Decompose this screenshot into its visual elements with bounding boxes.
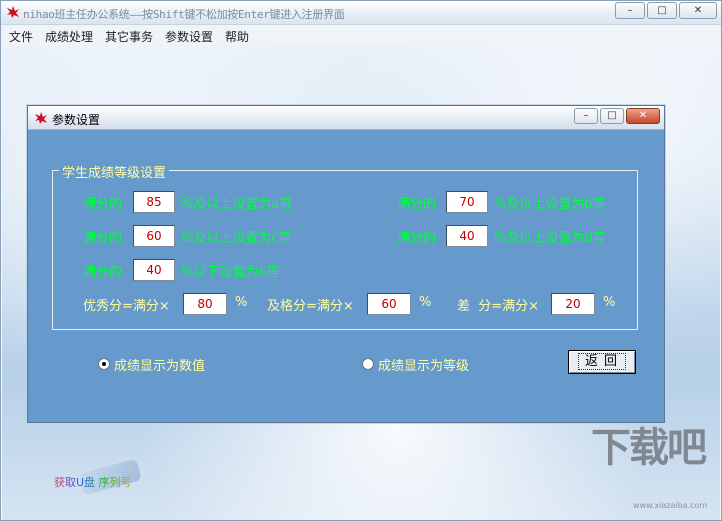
- grade-e-prefix: 满分的: [83, 265, 123, 280]
- poor-score-input[interactable]: 20: [551, 293, 595, 315]
- window-controls: – □ ✕: [615, 2, 717, 19]
- menu-file[interactable]: 文件: [9, 28, 33, 45]
- grade-d-prefix: 满分的: [397, 231, 437, 246]
- grade-c-prefix: 满分的: [83, 231, 123, 246]
- dialog-minimize-button[interactable]: –: [574, 108, 598, 124]
- title-bar[interactable]: nihao班主任办公系统——按Shift键不松加按Enter键进入注册界面 – …: [1, 1, 721, 25]
- pass-score-unit: %: [419, 295, 432, 310]
- grade-b-prefix: 满分的: [397, 197, 437, 212]
- grade-a-input[interactable]: 85: [133, 191, 175, 213]
- grade-c-suffix: %及以上设置为c等: [181, 231, 292, 246]
- grade-d-suffix: %及以上设置为d等: [494, 231, 606, 246]
- dialog-close-button[interactable]: ✕: [626, 108, 660, 124]
- display-grade-label[interactable]: 成绩显示为等级: [378, 355, 469, 374]
- grade-b-suffix: %及以上设置为b等: [494, 197, 606, 212]
- excellent-score-label: 优秀分=满分×: [83, 299, 170, 314]
- dialog-window-controls: – □ ✕: [574, 108, 660, 124]
- pass-score-input[interactable]: 60: [367, 293, 411, 315]
- watermark-url: www.xiazaiba.com: [633, 501, 708, 510]
- window-title: nihao班主任办公系统——按Shift键不松加按Enter键进入注册界面: [23, 8, 345, 21]
- menu-grades[interactable]: 成绩处理: [45, 28, 93, 45]
- grade-e-suffix: %以下设置为e等: [181, 265, 280, 280]
- poor-score-unit: %: [603, 295, 616, 310]
- menu-bar: 文件 成绩处理 其它事务 参数设置 帮助: [1, 25, 721, 46]
- grade-c-input[interactable]: 60: [133, 225, 175, 247]
- dialog-maximize-button[interactable]: □: [600, 108, 624, 124]
- display-numeric-radio[interactable]: [98, 358, 110, 370]
- grade-settings-group: 学生成绩等级设置 满分的 85 %及以上设置为a等 满分的 70 %及以上设置为…: [52, 162, 638, 330]
- maximize-button[interactable]: □: [647, 2, 677, 19]
- display-grade-radio[interactable]: [362, 358, 374, 370]
- back-button-label: 返回: [577, 353, 626, 370]
- menu-help[interactable]: 帮助: [225, 28, 249, 45]
- grade-e-input[interactable]: 40: [133, 259, 175, 281]
- minimize-button[interactable]: –: [615, 2, 645, 19]
- grade-a-prefix: 满分的: [83, 197, 123, 212]
- menu-settings[interactable]: 参数设置: [165, 28, 213, 45]
- excellent-score-unit: %: [235, 295, 248, 310]
- dialog-logo-icon: [35, 112, 47, 124]
- dialog-title-bar[interactable]: 参数设置 – □ ✕: [28, 106, 664, 130]
- group-legend: 学生成绩等级设置: [59, 162, 170, 181]
- app-logo-icon: [7, 6, 19, 18]
- main-window: nihao班主任办公系统——按Shift键不松加按Enter键进入注册界面 – …: [0, 0, 722, 521]
- excellent-score-input[interactable]: 80: [183, 293, 227, 315]
- grade-b-input[interactable]: 70: [446, 191, 488, 213]
- display-numeric-label[interactable]: 成绩显示为数值: [114, 355, 205, 374]
- grade-d-input[interactable]: 40: [446, 225, 488, 247]
- menu-other-affairs[interactable]: 其它事务: [105, 28, 153, 45]
- usb-serial-label: 获取U盘 序列号: [54, 476, 132, 489]
- close-button[interactable]: ✕: [679, 2, 717, 19]
- grade-a-suffix: %及以上设置为a等: [181, 197, 293, 212]
- settings-dialog: 参数设置 – □ ✕ 学生成绩等级设置 满分的 85 %及以上设置为a等 满分的…: [27, 105, 665, 423]
- poor-score-label: 差 分=满分×: [457, 299, 540, 314]
- usb-serial-widget[interactable]: 获取U盘 序列号: [50, 458, 170, 506]
- dialog-title: 参数设置: [52, 113, 101, 127]
- pass-score-label: 及格分=满分×: [267, 299, 354, 314]
- back-button[interactable]: 返回: [568, 350, 636, 374]
- watermark-logo: 下载吧: [591, 425, 707, 471]
